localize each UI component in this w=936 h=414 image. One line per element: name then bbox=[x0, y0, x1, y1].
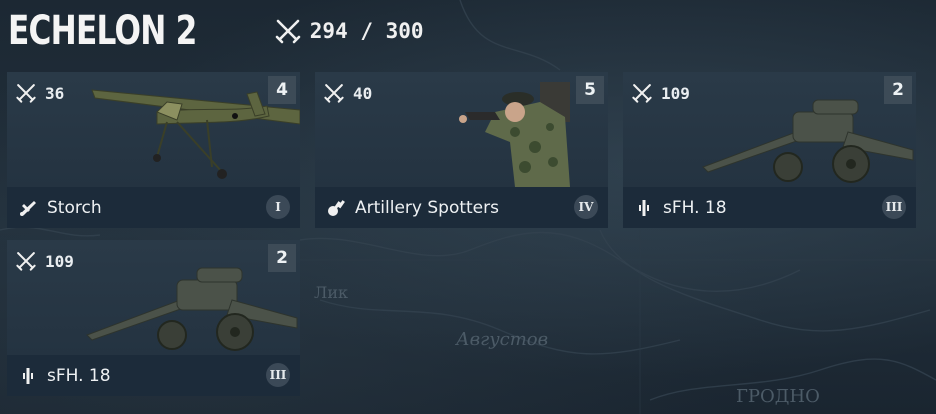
unit-card[interactable]: 109 2 sFH. 18 III bbox=[623, 72, 916, 228]
crossed-swords-icon bbox=[274, 17, 302, 45]
unit-footer: Artillery Spotters IV bbox=[315, 187, 608, 228]
unit-cost-value: 40 bbox=[353, 83, 373, 103]
unit-card[interactable]: 36 4 Storch I bbox=[7, 72, 300, 228]
crossed-swords-icon bbox=[15, 82, 37, 104]
unit-rank-badge: III bbox=[266, 363, 290, 387]
unit-cost: 109 bbox=[631, 82, 690, 104]
echelon-title: ECHELON 2 bbox=[8, 8, 197, 54]
unit-footer: sFH. 18 III bbox=[623, 187, 916, 228]
unit-name: Artillery Spotters bbox=[355, 197, 499, 218]
map-label: Августов bbox=[454, 329, 548, 350]
unit-rank-badge: IV bbox=[574, 195, 598, 219]
unit-name: sFH. 18 bbox=[47, 365, 111, 386]
map-label: ГРОДНО bbox=[736, 386, 820, 407]
crossed-swords-icon bbox=[323, 82, 345, 104]
unit-count-badge: 2 bbox=[268, 244, 296, 272]
unit-card[interactable]: 109 2 sFH. 18 III bbox=[7, 240, 300, 396]
unit-name: sFH. 18 bbox=[663, 197, 727, 218]
unit-cost-value: 109 bbox=[661, 83, 690, 103]
unit-cost: 36 bbox=[15, 82, 64, 104]
unit-count-badge: 2 bbox=[884, 76, 912, 104]
unit-count-badge: 5 bbox=[576, 76, 604, 104]
howitzer-icon bbox=[17, 365, 39, 387]
unit-rank-badge: III bbox=[882, 195, 906, 219]
unit-card[interactable]: 40 5 Artillery Spotters IV bbox=[315, 72, 608, 228]
recon-plane-icon bbox=[17, 197, 39, 219]
echelon-header: ECHELON 2 294 / 300 bbox=[8, 6, 424, 56]
unit-footer: sFH. 18 III bbox=[7, 355, 300, 396]
spotter-icon bbox=[325, 197, 347, 219]
crossed-swords-icon bbox=[631, 82, 653, 104]
unit-count-badge: 4 bbox=[268, 76, 296, 104]
howitzer-icon bbox=[633, 197, 655, 219]
unit-rank-badge: I bbox=[266, 195, 290, 219]
unit-footer: Storch I bbox=[7, 187, 300, 228]
unit-cost-value: 109 bbox=[45, 251, 74, 271]
unit-cost: 109 bbox=[15, 250, 74, 272]
capacity-value: 294 / 300 bbox=[309, 19, 424, 43]
capacity-display: 294 / 300 bbox=[274, 17, 424, 45]
unit-cost: 40 bbox=[323, 82, 372, 104]
unit-name: Storch bbox=[47, 197, 102, 218]
map-label: Лик bbox=[314, 283, 348, 302]
unit-cost-value: 36 bbox=[45, 83, 65, 103]
crossed-swords-icon bbox=[15, 250, 37, 272]
